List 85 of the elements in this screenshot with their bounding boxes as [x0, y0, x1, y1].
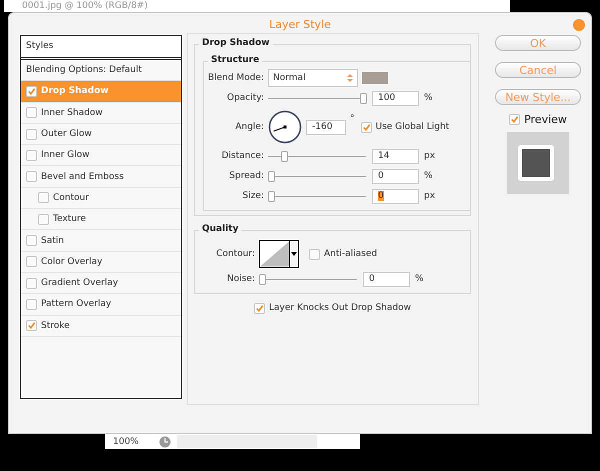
input-field[interactable]: -160	[306, 120, 346, 134]
checkbox[interactable]	[26, 171, 37, 182]
item-label: Drop Shadow	[41, 86, 109, 96]
checkbox[interactable]	[254, 302, 265, 314]
item-label: Pattern Overlay	[41, 299, 112, 310]
field-label: Opacity:	[226, 93, 264, 103]
checkbox[interactable]	[26, 235, 37, 246]
blend-mode-dropdown[interactable]: Normal	[268, 69, 358, 87]
color-swatch[interactable]	[362, 72, 388, 84]
list-item[interactable]: Gradient Overlay	[21, 272, 181, 294]
slider-handle[interactable]	[259, 274, 266, 284]
checkbox-label: Layer Knocks Out Drop Shadow	[269, 303, 411, 313]
preview-thumbnail	[507, 132, 569, 194]
field-label: Spread:	[228, 171, 264, 181]
list-item[interactable]: Satin	[21, 230, 181, 252]
checkbox[interactable]	[26, 298, 37, 310]
slider-handle[interactable]	[268, 190, 275, 202]
unit-label: px	[424, 191, 436, 201]
checkbox[interactable]	[38, 192, 49, 204]
unit-label: %	[424, 93, 433, 103]
list-item[interactable]: Color Overlay	[21, 252, 181, 273]
field-label: Distance:	[220, 151, 264, 161]
unit-label: %	[424, 171, 433, 181]
list-item[interactable]: Bevel and Emboss	[21, 166, 181, 188]
checkbox-label: Anti-aliased	[324, 249, 378, 259]
input-field[interactable]: 0	[372, 188, 419, 204]
contour-curve-icon	[260, 241, 290, 267]
zoom-field[interactable]: 100%	[105, 436, 153, 446]
item-label: Bevel and Emboss	[41, 172, 124, 182]
clock-icon[interactable]	[159, 436, 171, 448]
unit-label: px	[424, 151, 436, 161]
list-item[interactable]: Inner Shadow	[21, 102, 181, 124]
item-label: Texture	[53, 214, 86, 224]
angle-dial[interactable]	[268, 110, 302, 144]
list-item[interactable]: Inner Glow	[21, 145, 181, 166]
document-title: 0001.jpg @ 100% (RGB/8#)	[22, 1, 148, 12]
stepper-icon	[347, 73, 353, 83]
item-label: Stroke	[41, 320, 70, 331]
item-label: Contour	[53, 192, 89, 203]
input-field[interactable]: 100	[372, 90, 419, 106]
slider-handle[interactable]	[268, 170, 275, 182]
item-label: Inner Shadow	[41, 108, 103, 118]
checkbox[interactable]	[26, 128, 37, 140]
checkbox[interactable]	[360, 122, 372, 132]
checkbox[interactable]	[26, 107, 37, 118]
field-label: Size:	[241, 191, 264, 201]
dialog-title: Layer Style	[269, 18, 331, 30]
list-item[interactable]: Stroke	[21, 316, 181, 337]
field-label: Blend Mode:	[206, 73, 264, 83]
checkbox[interactable]	[26, 256, 37, 268]
field-label: Contour:	[215, 249, 255, 259]
slider-handle[interactable]	[280, 150, 288, 162]
list-header: Styles	[21, 36, 181, 60]
input-field[interactable]: 14	[372, 148, 419, 164]
checkbox[interactable]	[509, 114, 520, 125]
checkbox[interactable]	[26, 150, 37, 161]
list-item[interactable]: Outer Glow	[21, 124, 181, 146]
group-title: Structure	[208, 55, 262, 65]
checkbox[interactable]	[26, 278, 37, 289]
input-field[interactable]: 0	[363, 272, 410, 286]
field-label: Noise:	[226, 274, 255, 284]
checkbox-label: Use Global Light	[376, 122, 450, 132]
item-label: Outer Glow	[41, 129, 92, 140]
field-label: Angle:	[234, 122, 264, 132]
checkbox[interactable]	[309, 248, 320, 260]
checkbox-label: Preview	[524, 113, 567, 126]
slider-handle[interactable]	[360, 92, 367, 104]
checkbox[interactable]	[38, 214, 49, 225]
list-item[interactable]: Texture	[21, 209, 181, 230]
unit-label: %	[415, 274, 424, 284]
item-label: Color Overlay	[41, 256, 102, 267]
checkbox[interactable]	[26, 320, 37, 332]
close-button[interactable]	[573, 19, 585, 31]
item-label: Inner Glow	[41, 150, 90, 160]
checkbox[interactable]	[26, 86, 37, 97]
item-label: Gradient Overlay	[41, 278, 118, 288]
group-title: Quality	[199, 224, 242, 234]
list-item[interactable]: Contour	[21, 188, 181, 210]
contour-picker[interactable]	[259, 240, 299, 268]
dropdown-arrow-icon	[291, 252, 298, 256]
item-label: Satin	[41, 236, 64, 246]
list-item[interactable]: Pattern Overlay	[21, 294, 181, 316]
unit-label: °	[350, 114, 354, 124]
input-field[interactable]: 0	[372, 168, 419, 184]
group-title: Drop Shadow	[199, 38, 273, 48]
